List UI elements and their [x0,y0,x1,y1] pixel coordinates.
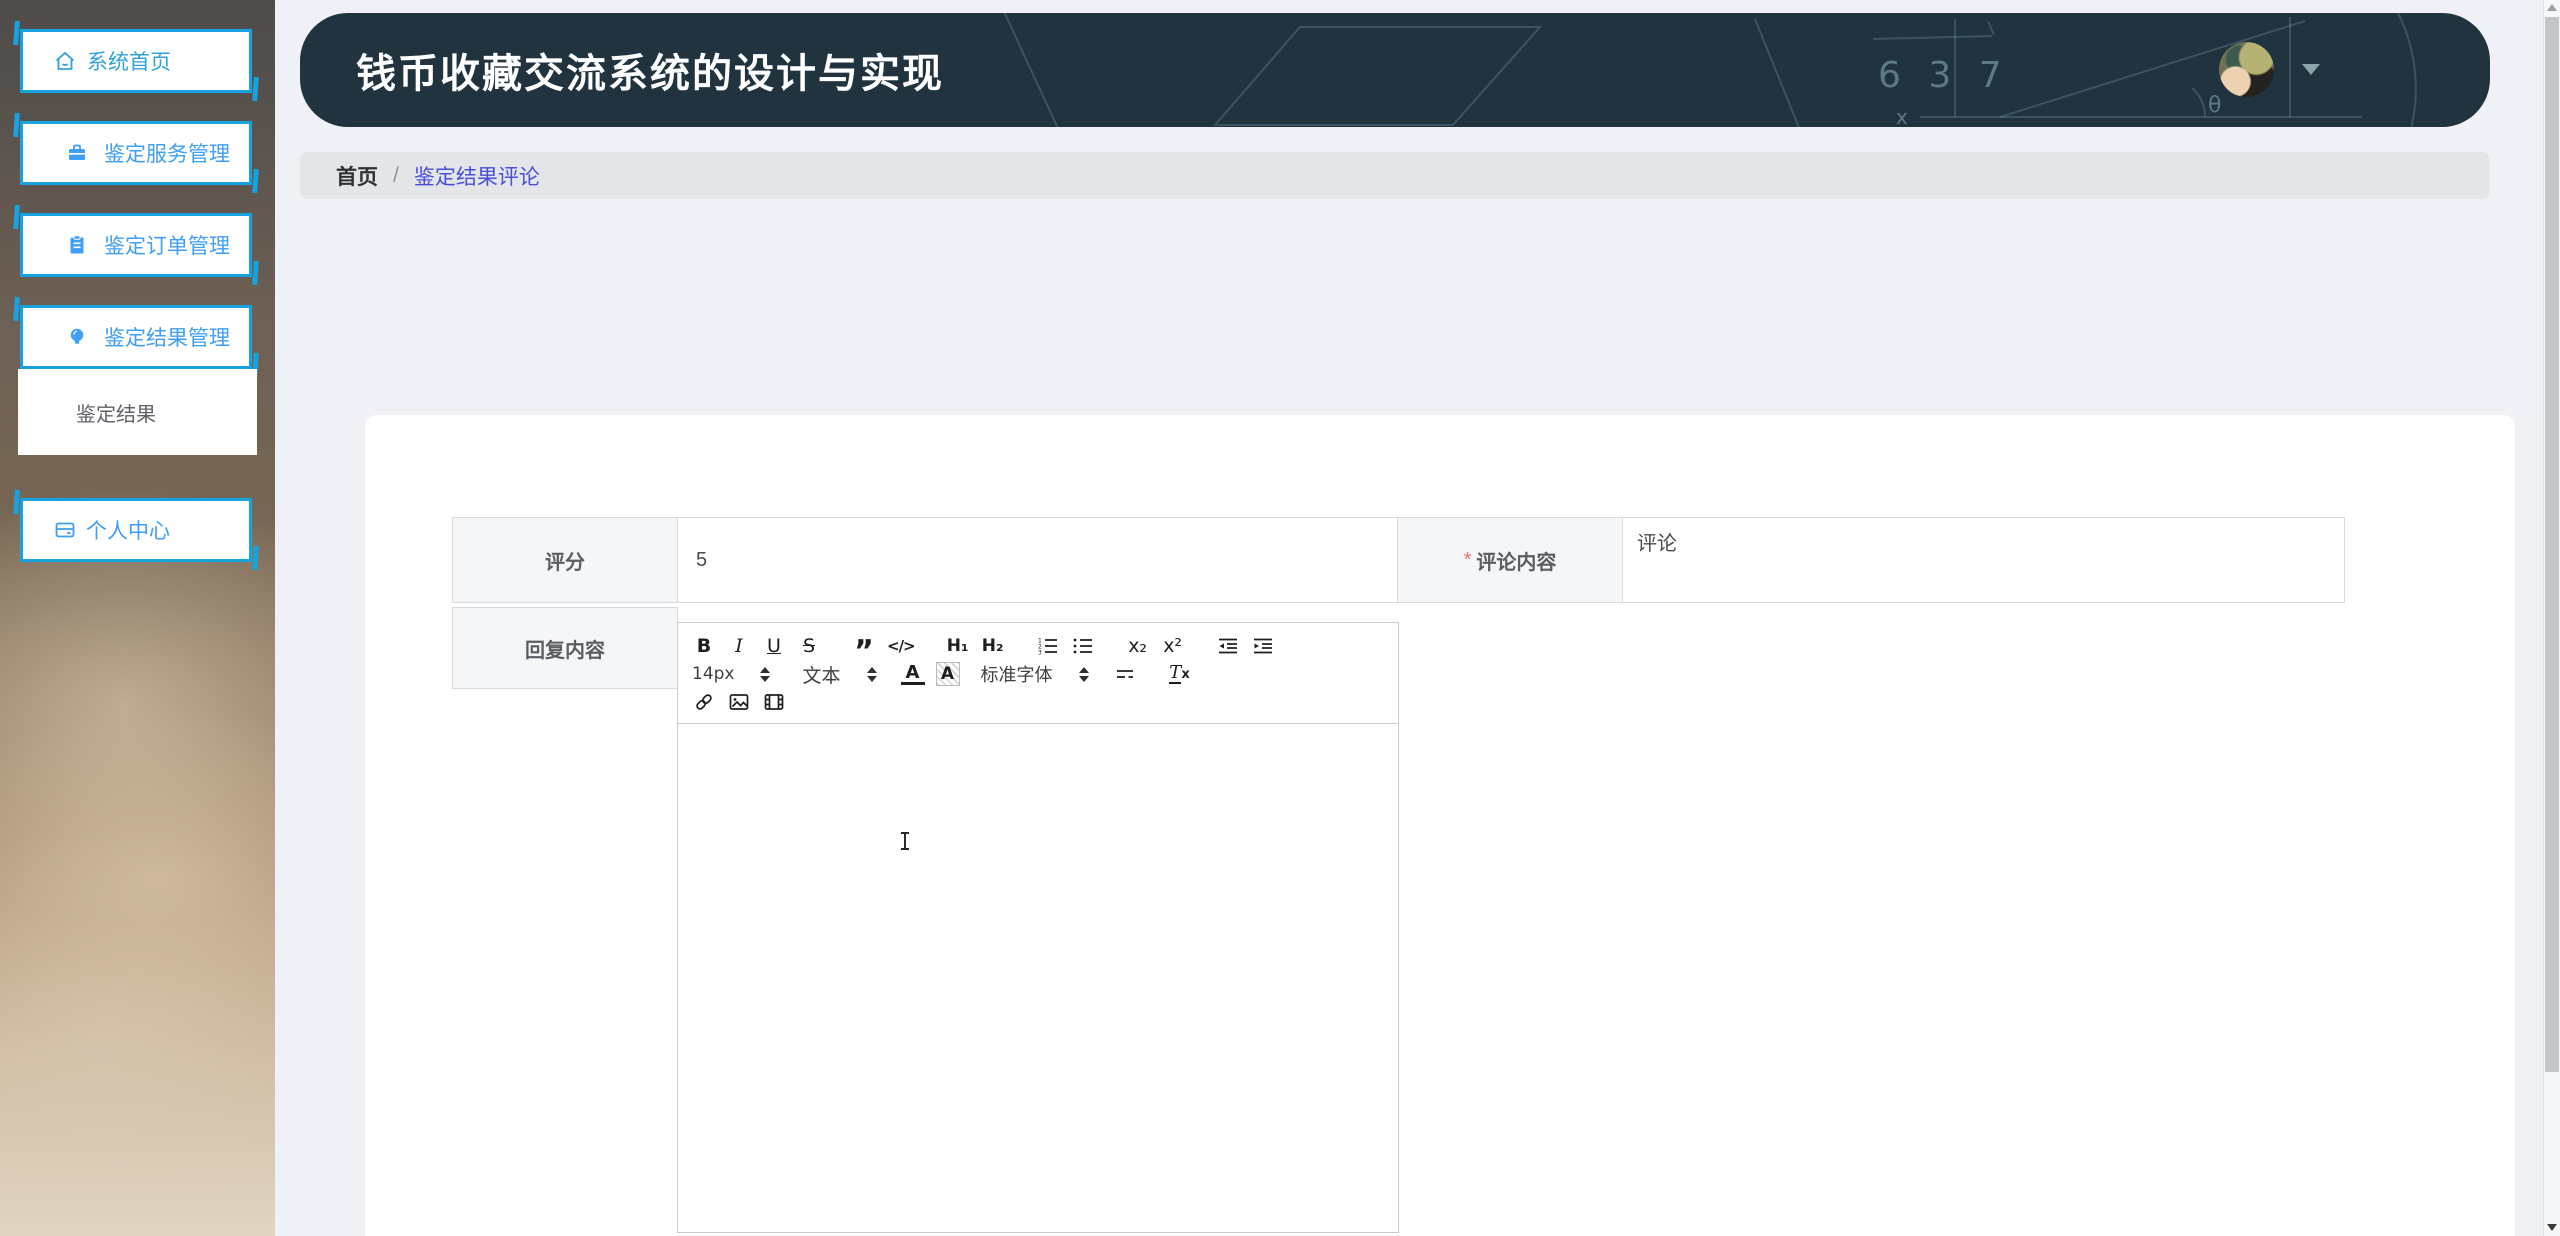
reply-label-text: 回复内容 [525,639,605,662]
home-icon [53,49,77,73]
sidebar-item-label: 鉴定订单管理 [104,235,230,258]
clear-format-t: T [1169,662,1182,684]
font-size-value: 14px [692,664,735,684]
ordered-list-icon[interactable]: 123 [1036,634,1060,658]
clear-format-button[interactable]: Tx [1168,662,1192,686]
breadcrumb-current[interactable]: 鉴定结果评论 [414,161,540,191]
score-label: 评分 [452,517,678,603]
highlight-color-button[interactable]: A [935,662,960,686]
updown-caret-icon [1078,666,1089,682]
bold-button[interactable]: B [692,634,716,658]
main-area: 6 3 7 θ x 钱币收藏交流系统的设计与实现 首页 / 鉴定结果评论 评分 … [275,0,2560,1236]
sidebar-item-label: 鉴定结果管理 [104,327,230,350]
underline-button[interactable]: U [762,634,786,658]
paragraph-format-value: 文本 [802,664,841,687]
scrollbar-up-arrow-icon[interactable] [2547,4,2557,11]
user-avatar[interactable] [2219,42,2274,97]
updown-caret-icon [760,666,771,682]
superscript-button[interactable]: x² [1161,634,1185,658]
reply-label: 回复内容 [452,607,678,689]
paragraph-format-picker[interactable]: 文本 [802,661,886,688]
font-family-value: 标准字体 [980,665,1053,686]
comment-label: * 评论内容 [1397,517,1623,603]
outdent-icon[interactable] [1216,634,1240,658]
video-icon[interactable] [762,690,786,714]
sidebar-item-home[interactable]: 系统首页 [20,29,252,93]
heading1-button[interactable]: H₁ [946,634,970,658]
font-size-picker[interactable]: 14px [692,664,780,684]
svg-text:3: 3 [1038,650,1042,657]
comment-value: 评论 [1637,533,1677,555]
sidebar-item-label: 鉴定服务管理 [104,143,230,166]
text-cursor-icon [900,832,910,850]
briefcase-icon [65,141,89,165]
sketch-theta: θ [2208,93,2221,118]
score-field[interactable]: 5 [677,517,1398,603]
clear-format-x: x [1181,666,1190,682]
italic-button[interactable]: I [727,634,751,658]
sketch-number: 6 3 7 [1878,55,2010,96]
page-title: 钱币收藏交流系统的设计与实现 [356,52,944,96]
card-icon [53,518,77,542]
editor-content-area[interactable] [678,724,1398,1227]
breadcrumb: 首页 / 鉴定结果评论 [300,152,2490,199]
text-color-button[interactable]: A [900,663,925,685]
heading2-button[interactable]: H₂ [981,634,1005,658]
breadcrumb-separator: / [393,163,399,187]
strikethrough-button[interactable]: S [797,634,821,658]
bullet-list-icon[interactable] [1071,634,1095,658]
toolbar-row-2: 14px 文本 A A 标准字体 T x [692,660,1386,688]
avatar-dropdown-caret-icon[interactable] [2302,64,2320,75]
editor-toolbar: B I U S ” </> H₁ H₂ 123 x₂ x² 14px 文本 A … [678,623,1398,724]
font-family-picker[interactable]: 标准字体 [981,661,1099,687]
image-icon[interactable] [727,690,751,714]
scrollbar-down-arrow-icon[interactable] [2547,1224,2557,1231]
bulb-icon [65,325,89,349]
sidebar-item-service-mgmt[interactable]: 鉴定服务管理 [20,121,252,185]
content-card: 评分 5 * 评论内容 评论 回复内容 B I U S ” </> H₁ H₂ … [365,415,2515,1236]
scrollbar-thumb[interactable] [2545,17,2559,1072]
breadcrumb-home[interactable]: 首页 [336,161,378,191]
sidebar-item-result-mgmt[interactable]: 鉴定结果管理 [20,305,252,369]
sidebar: 系统首页 鉴定服务管理 鉴定订单管理 鉴定结果管理 鉴定结果 个人中心 [0,0,275,1236]
score-value: 5 [696,548,708,571]
indent-icon[interactable] [1251,634,1275,658]
clipboard-icon [65,233,89,257]
sidebar-item-label: 系统首页 [87,51,171,74]
align-icon[interactable] [1113,662,1137,686]
comment-field[interactable]: 评论 [1622,517,2345,603]
toolbar-row-1: B I U S ” </> H₁ H₂ 123 x₂ x² [692,632,1386,667]
toolbar-row-3 [692,688,1386,716]
sketch-x: x [1896,105,1908,127]
updown-caret-icon [866,666,877,682]
sidebar-item-profile[interactable]: 个人中心 [20,498,252,562]
subscript-button[interactable]: x₂ [1126,634,1150,658]
blockquote-button[interactable]: ” [852,634,876,667]
required-mark: * [1463,548,1472,571]
sidebar-submenu: 鉴定结果 [18,369,257,455]
vertical-scrollbar [2543,0,2560,1236]
rich-text-editor: B I U S ” </> H₁ H₂ 123 x₂ x² 14px 文本 A … [677,622,1399,1233]
link-icon[interactable] [692,690,716,714]
comment-label-text: 评论内容 [1476,551,1557,574]
sidebar-item-label: 个人中心 [86,520,170,543]
app-header: 6 3 7 θ x 钱币收藏交流系统的设计与实现 [300,13,2490,127]
code-button[interactable]: </> [887,634,916,658]
score-label-text: 评分 [545,551,585,574]
sidebar-subitem-result[interactable]: 鉴定结果 [76,398,156,427]
sidebar-item-order-mgmt[interactable]: 鉴定订单管理 [20,213,252,277]
